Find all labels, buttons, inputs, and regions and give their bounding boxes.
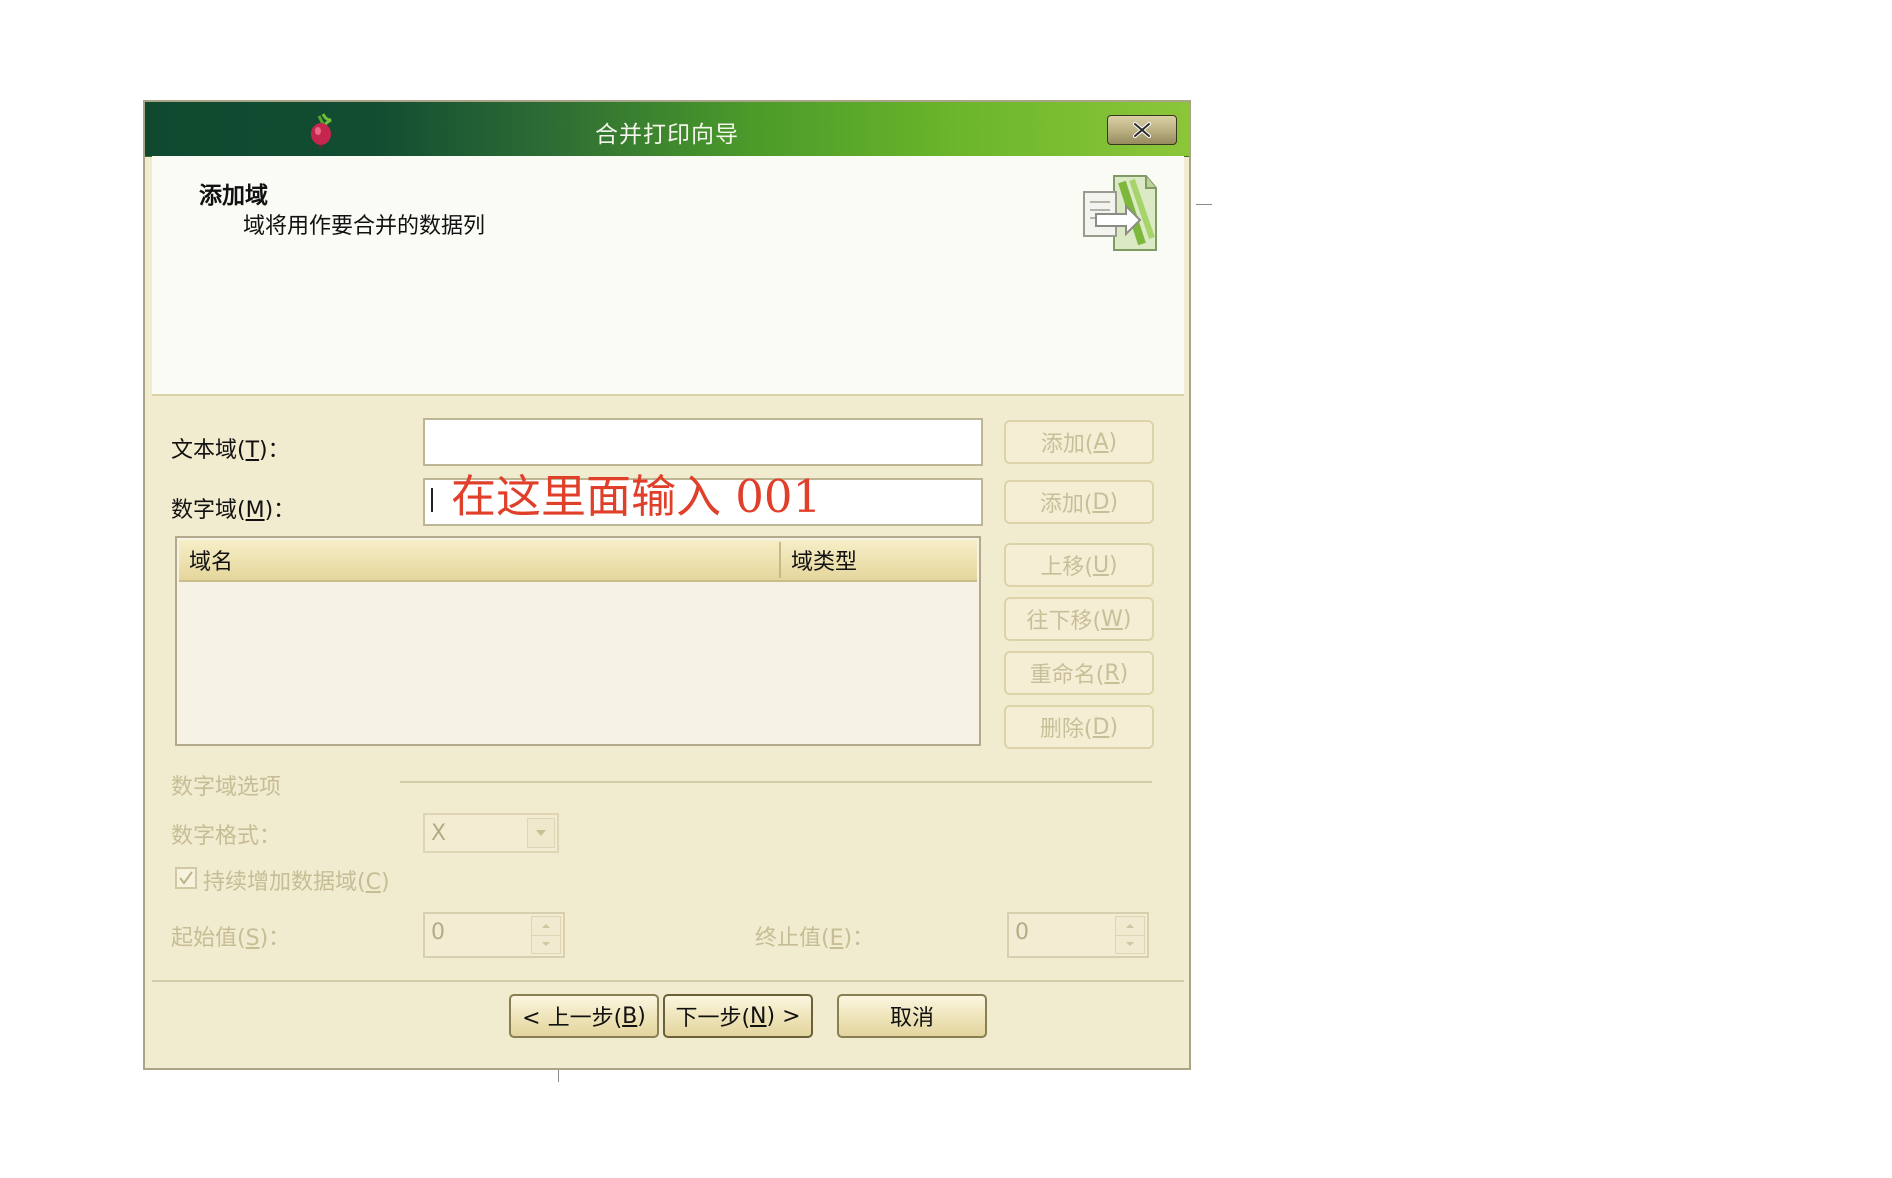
text-field-input[interactable]: [423, 418, 983, 466]
next-button[interactable]: 下一步(N) >: [663, 994, 813, 1038]
end-value-label: 终止值(E)：: [755, 926, 875, 951]
spinner-buttons[interactable]: [1115, 916, 1145, 954]
add-text-field-button[interactable]: 添加(A): [1004, 420, 1154, 464]
auto-increment-checkbox[interactable]: [175, 867, 197, 889]
column-header-field-name[interactable]: 域名: [179, 540, 779, 580]
chevron-down-icon: [536, 830, 546, 836]
number-format-select[interactable]: X: [423, 813, 559, 853]
end-value: 0: [1015, 920, 1029, 945]
number-format-value: X: [431, 821, 447, 846]
spin-up-button[interactable]: [532, 917, 560, 935]
merge-print-wizard-dialog: 合并打印向导 添加域 域将用作要合并的数据列 文本域(T)： 添加(A) 数…: [143, 100, 1191, 1070]
cancel-button[interactable]: 取消: [837, 994, 987, 1038]
title-bar[interactable]: 合并打印向导: [145, 102, 1189, 157]
start-value-spinner[interactable]: 0: [423, 912, 565, 958]
instruction-annotation: 在这里面输入 001: [451, 470, 822, 523]
field-list[interactable]: 域名 域类型: [175, 536, 981, 746]
merge-document-icon: [1083, 175, 1157, 251]
column-header-field-type[interactable]: 域类型: [781, 540, 977, 580]
end-value-spinner[interactable]: 0: [1007, 912, 1149, 958]
chevron-up-icon: [1126, 923, 1134, 928]
move-down-button[interactable]: 往下移(W): [1004, 597, 1154, 641]
chevron-down-icon: [1126, 942, 1134, 947]
dialog-title: 合并打印向导: [595, 122, 739, 148]
auto-increment-label: 持续增加数据域(C): [203, 870, 390, 895]
page-margin-mark: [558, 1070, 559, 1082]
step-subtitle: 域将用作要合并的数据列: [243, 214, 486, 239]
field-list-header: 域名 域类型: [179, 540, 977, 582]
back-button[interactable]: < 上一步(B): [509, 994, 659, 1038]
footer-separator: [152, 980, 1184, 982]
spin-down-button[interactable]: [532, 934, 560, 953]
rename-button[interactable]: 重命名(R): [1004, 651, 1154, 695]
number-format-label: 数字格式：: [171, 824, 282, 849]
number-field-label: 数字域(M)：: [171, 498, 296, 523]
number-field-input[interactable]: 在这里面输入 001: [423, 474, 983, 526]
checkmark-icon: [179, 871, 193, 885]
group-separator: [400, 781, 1152, 783]
spin-up-button[interactable]: [1116, 917, 1144, 935]
wizard-header: 添加域 域将用作要合并的数据列: [152, 156, 1184, 396]
page-margin-mark: [1196, 204, 1212, 205]
number-options-group-title: 数字域选项: [171, 775, 282, 800]
chevron-up-icon: [542, 923, 550, 928]
chevron-down-icon: [542, 942, 550, 947]
step-title: 添加域: [199, 183, 268, 209]
text-caret: [431, 488, 433, 512]
spin-down-button[interactable]: [1116, 934, 1144, 953]
spinner-buttons[interactable]: [531, 916, 561, 954]
move-up-button[interactable]: 上移(U): [1004, 543, 1154, 587]
add-number-field-button[interactable]: 添加(D): [1004, 480, 1154, 524]
close-icon: [1133, 122, 1151, 138]
delete-button[interactable]: 删除(D): [1004, 705, 1154, 749]
start-value: 0: [431, 920, 445, 945]
start-value-label: 起始值(S)：: [171, 926, 291, 951]
document-canvas: 合并打印向导 添加域 域将用作要合并的数据列 文本域(T)： 添加(A) 数…: [0, 0, 1892, 1178]
close-button[interactable]: [1107, 115, 1177, 145]
text-field-label: 文本域(T)：: [171, 438, 290, 463]
dropdown-arrow[interactable]: [527, 818, 555, 848]
